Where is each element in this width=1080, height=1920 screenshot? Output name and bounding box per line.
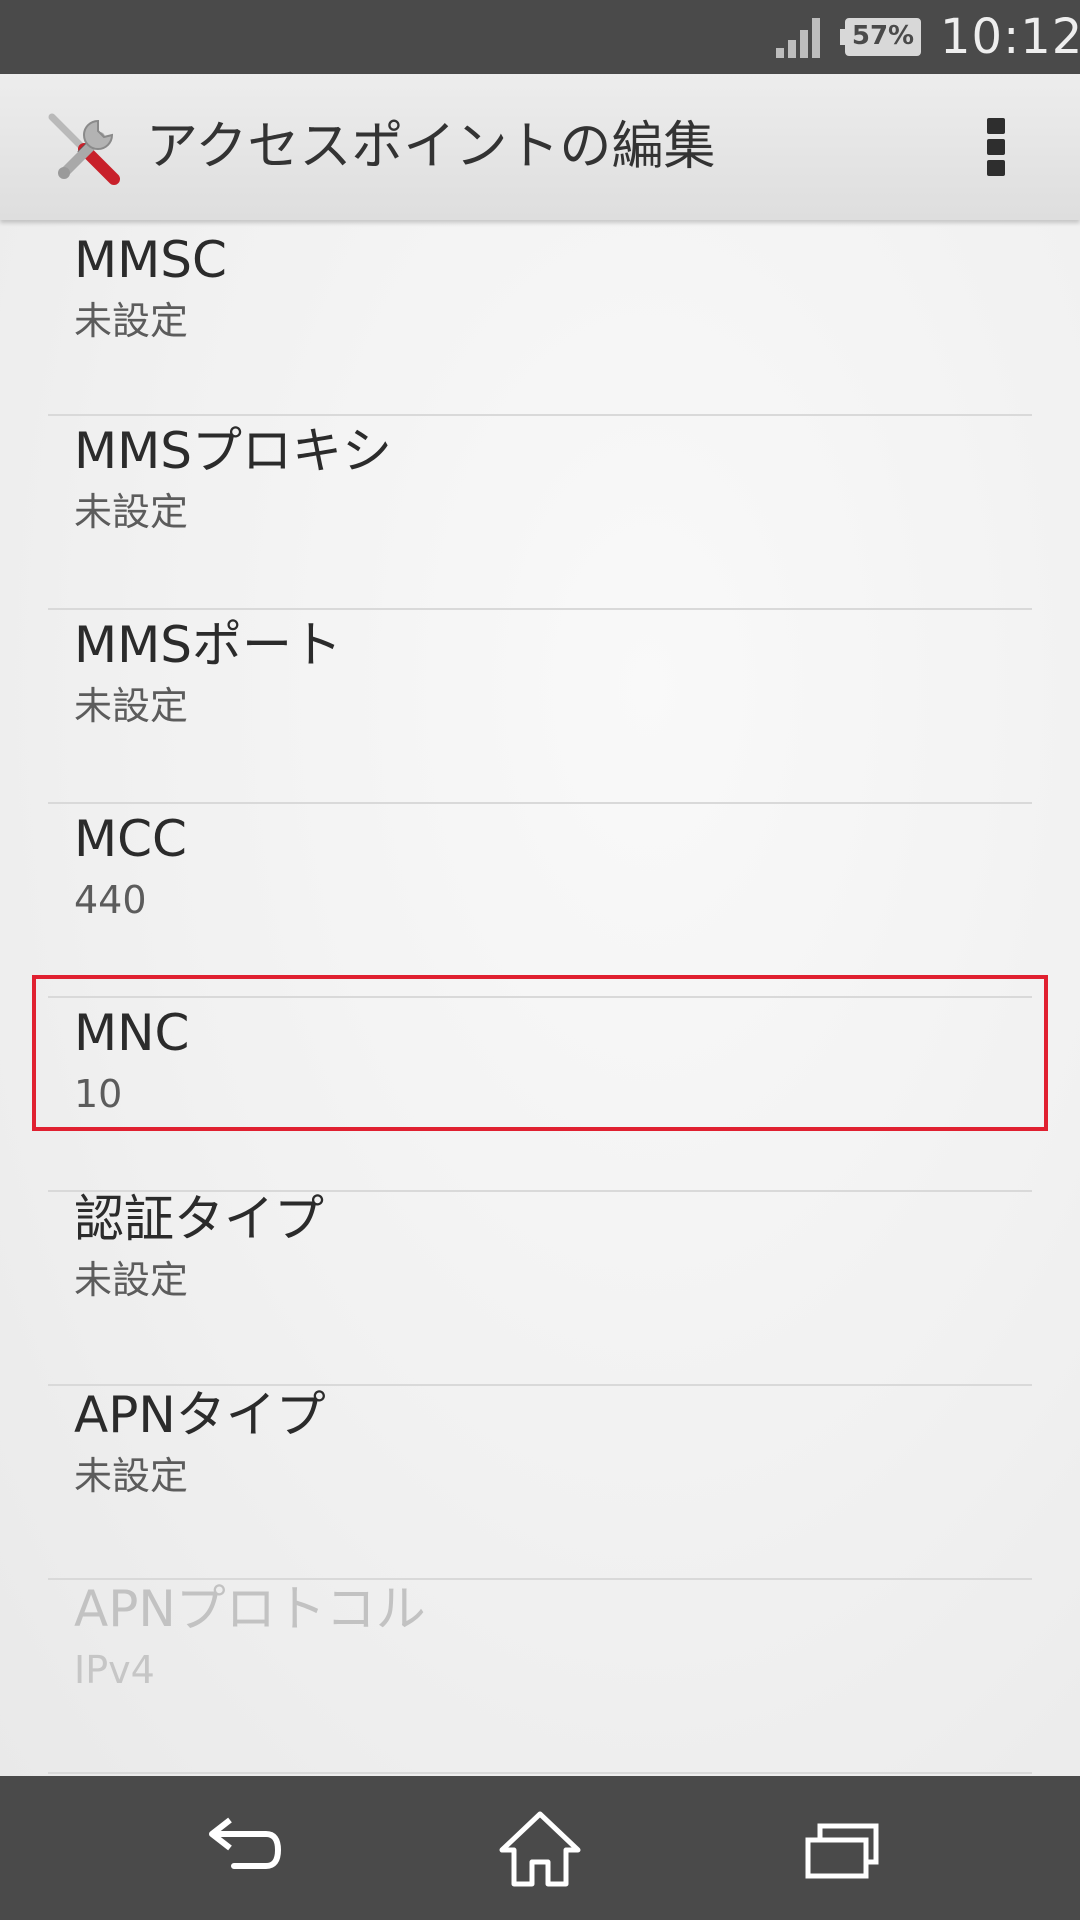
setting-label: MMSプロキシ <box>74 422 393 480</box>
home-icon[interactable] <box>490 1806 590 1890</box>
setting-apn-type[interactable]: APNタイプ 未設定 <box>48 1347 1032 1539</box>
setting-label: MMSC <box>74 231 227 289</box>
recent-apps-icon[interactable] <box>790 1806 890 1890</box>
setting-value: IPv4 <box>74 1648 155 1692</box>
setting-apn-protocol: APNプロトコル IPv4 <box>48 1541 1032 1733</box>
setting-value: 440 <box>74 878 147 922</box>
setting-mms-proxy[interactable]: MMSプロキシ 未設定 <box>48 383 1032 575</box>
setting-value: 未設定 <box>74 299 189 343</box>
setting-label: MMSポート <box>74 616 343 674</box>
settings-list: MMSC 未設定 MMSプロキシ 未設定 MMSポート 未設定 MCC 440 … <box>0 220 1080 1776</box>
setting-label: MNC <box>74 1004 190 1062</box>
setting-label: APNプロトコル <box>74 1580 426 1638</box>
back-icon[interactable] <box>190 1806 290 1890</box>
battery-percent: 57% <box>851 21 915 51</box>
status-bar: 57% 10:12 <box>0 0 1080 74</box>
setting-mnc[interactable]: MNC 10 <box>48 965 1032 1157</box>
setting-value: 未設定 <box>74 490 189 534</box>
signal-strength-icon <box>776 18 820 58</box>
setting-value: 未設定 <box>74 684 189 728</box>
setting-label: 認証タイプ <box>74 1190 324 1248</box>
navigation-bar <box>0 1776 1080 1920</box>
setting-mcc[interactable]: MCC 440 <box>48 771 1032 963</box>
overflow-menu-icon[interactable] <box>976 114 1016 180</box>
setting-label: MCC <box>74 810 187 868</box>
setting-value: 10 <box>74 1072 123 1116</box>
action-bar: アクセスポイントの編集 <box>0 74 1080 220</box>
clock: 10:12 <box>940 9 1080 65</box>
setting-value: 未設定 <box>74 1454 189 1498</box>
setting-mmsc[interactable]: MMSC 未設定 <box>48 220 1032 384</box>
setting-auth-type[interactable]: 認証タイプ 未設定 <box>48 1151 1032 1343</box>
divider <box>48 1772 1032 1774</box>
setting-value: 未設定 <box>74 1258 189 1302</box>
tools-icon[interactable] <box>44 107 126 189</box>
setting-label: APNタイプ <box>74 1386 326 1444</box>
setting-mms-port[interactable]: MMSポート 未設定 <box>48 577 1032 769</box>
page-title: アクセスポイントの編集 <box>146 117 716 177</box>
